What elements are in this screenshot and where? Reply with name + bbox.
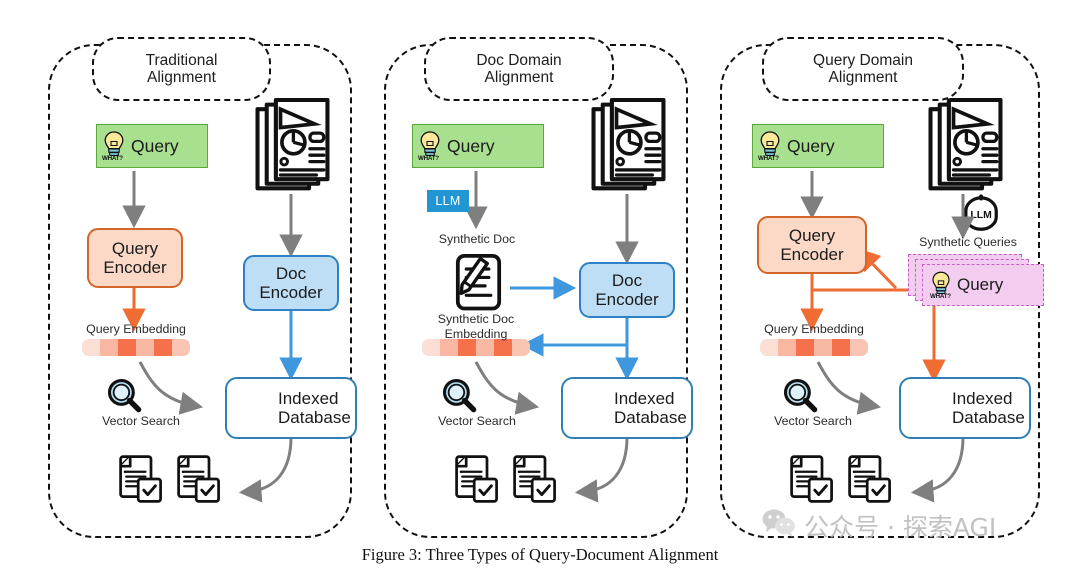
- watermark: 公众号 · 探索AGI: [762, 508, 996, 544]
- query-label-p1: Query: [131, 135, 179, 156]
- indexed-database-box-p2: Indexed Database: [561, 377, 693, 439]
- query-encoder-line2-p1: Encoder: [103, 258, 167, 277]
- doc-encoder-line1-p2: Doc: [611, 270, 643, 290]
- panel-title-traditional-line1: Traditional: [145, 51, 218, 69]
- doc-encoder-box-p2: Doc Encoder: [579, 262, 675, 318]
- query-encoder-line2-p3: Encoder: [780, 245, 844, 264]
- query-box-p2: WHAT? Query: [412, 124, 544, 168]
- synthetic-query-label: Query: [957, 275, 1004, 294]
- panel-title-traditional-line2: Alignment: [147, 69, 216, 86]
- database-line1-p1: Indexed: [278, 388, 339, 408]
- doc-encoder-box-p1: Doc Encoder: [243, 255, 339, 311]
- query-embedding-label-p1: Query Embedding: [86, 322, 186, 336]
- database-line1-p2: Indexed: [614, 388, 675, 408]
- doc-encoder-line2-p1: Encoder: [259, 283, 323, 302]
- query-embedding-bar-p3: [760, 339, 868, 356]
- query-encoder-line1-p3: Query: [788, 225, 836, 245]
- synthetic-doc-embedding-label-p2: Synthetic Doc Embedding: [410, 312, 542, 341]
- lightbulb-icon-p1: WHAT?: [102, 131, 125, 162]
- query-badge-p1: WHAT?: [102, 155, 123, 162]
- synthetic-doc-embedding-bar-p2: [422, 339, 530, 356]
- synthetic-query-card-front: WHAT? Query: [922, 264, 1044, 306]
- panel-title-traditional: Traditional Alignment: [92, 37, 271, 101]
- query-badge-p2: WHAT?: [418, 155, 439, 162]
- query-embedding-bar-p1: [82, 339, 190, 356]
- panel-title-doc-domain: Doc Domain Alignment: [424, 37, 614, 101]
- panel-title-doc-domain-line2: Alignment: [484, 69, 554, 86]
- query-badge-p3: WHAT?: [758, 155, 779, 162]
- figure-caption: Figure 3: Three Types of Query-Document …: [361, 545, 719, 564]
- database-line2-p3: Database: [952, 408, 1025, 427]
- doc-encoder-line1-p1: Doc: [275, 263, 307, 283]
- query-encoder-box-p3: Query Encoder: [757, 216, 867, 274]
- database-line2-p1: Database: [278, 408, 351, 427]
- panel-title-query-domain-line2: Alignment: [828, 69, 898, 86]
- synthetic-queries-label-p3: Synthetic Queries: [919, 235, 1017, 249]
- indexed-database-box-p1: Indexed Database: [225, 377, 357, 439]
- lightbulb-icon-p2: WHAT?: [418, 131, 441, 162]
- vector-search-label-p1: Vector Search: [102, 414, 180, 428]
- panel-title-doc-domain-line1: Doc Domain: [476, 51, 562, 69]
- query-encoder-box-p1: Query Encoder: [87, 228, 183, 288]
- lightbulb-icon-synthetic-query: WHAT?: [930, 271, 951, 300]
- synthetic-doc-embedding-line2-p2: Embedding: [444, 326, 508, 341]
- query-label-p3: Query: [787, 135, 835, 156]
- database-line1-p3: Indexed: [952, 388, 1013, 408]
- panel-title-query-domain-line1: Query Domain: [813, 51, 913, 69]
- indexed-database-box-p3: Indexed Database: [899, 377, 1031, 439]
- synthetic-doc-label-p2: Synthetic Doc: [438, 232, 516, 246]
- vector-search-label-p3: Vector Search: [774, 414, 852, 428]
- wechat-logo-icon: [762, 508, 796, 544]
- synthetic-doc-embedding-line1-p2: Synthetic Doc: [437, 312, 515, 326]
- panel-title-query-domain: Query Domain Alignment: [762, 37, 964, 101]
- query-encoder-line1-p1: Query: [111, 238, 159, 258]
- llm-badge-p2: LLM: [427, 190, 469, 212]
- vector-search-label-p2: Vector Search: [438, 414, 516, 428]
- figure-canvas: LLM Traditional Alignment WHAT? Query Qu…: [0, 0, 1080, 577]
- database-line2-p2: Database: [614, 408, 687, 427]
- query-box-p3: WHAT? Query: [752, 124, 884, 168]
- watermark-text: 公众号 · 探索AGI: [804, 513, 997, 542]
- doc-encoder-line2-p2: Encoder: [595, 290, 659, 309]
- query-box-p1: WHAT? Query: [96, 124, 208, 168]
- synthetic-query-badge: WHAT?: [930, 293, 951, 300]
- query-embedding-label-p3: Query Embedding: [764, 322, 864, 336]
- lightbulb-icon-p3: WHAT?: [758, 131, 781, 162]
- query-label-p2: Query: [447, 135, 495, 156]
- synthetic-queries-stack-p3: WHAT? Query: [908, 254, 1044, 314]
